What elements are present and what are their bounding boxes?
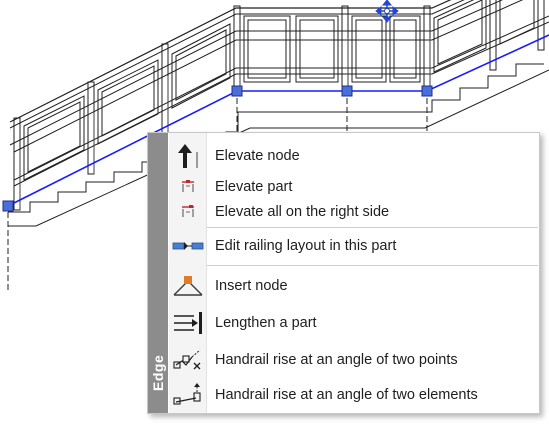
menu-item-label: Edit railing layout in this part: [215, 238, 397, 254]
menu-item-label: Elevate node: [215, 148, 300, 164]
menu-item-label: Handrail rise at an angle of two element…: [215, 387, 478, 403]
glass-panels-upper: [433, 0, 535, 73]
menu-item-elevate-node[interactable]: Elevate node: [169, 139, 539, 173]
menu-item-label: Elevate part: [215, 179, 293, 195]
menu-item-label: Elevate all on the right side: [215, 204, 390, 220]
node-handle: [341, 85, 353, 97]
elevate-node-icon: [169, 142, 206, 170]
menu-category-label: Edge: [150, 354, 166, 391]
menu-separator: [207, 227, 538, 228]
menu-item-handrail-two-elements[interactable]: Handrail rise at an angle of two element…: [169, 380, 539, 410]
menu-item-insert-node[interactable]: Insert node: [169, 269, 539, 303]
lengthen-part-icon: [169, 310, 206, 336]
elevate-part-icon: [169, 178, 206, 196]
menu-item-label: Lengthen a part: [215, 315, 317, 331]
menu-item-label: Handrail rise at an angle of two points: [215, 352, 458, 368]
menu-item-edit-railing-layout[interactable]: Edit railing layout in this part: [169, 231, 539, 261]
insert-node-icon: [169, 273, 206, 299]
menu-separator: [207, 265, 538, 266]
handrail-top-inner: [9, 0, 465, 129]
node-handle: [231, 85, 243, 97]
handrail-two-points-icon: [169, 347, 206, 373]
node-handle: [421, 85, 433, 97]
elevate-all-right-icon: [169, 203, 206, 221]
handrail-two-elements-icon: [169, 382, 206, 408]
glass-panels-flat: [243, 15, 421, 83]
context-menu[interactable]: Edge Elevate node Elevate part Elevate a…: [147, 132, 540, 414]
move-gizmo-icon: [375, 0, 399, 23]
menu-item-handrail-two-points[interactable]: Handrail rise at an angle of two points: [169, 343, 539, 377]
menu-item-elevate-part[interactable]: Elevate part: [169, 176, 539, 198]
menu-category-strip: Edge: [148, 133, 168, 413]
edit-railing-layout-icon: [169, 239, 206, 253]
menu-item-elevate-all-right[interactable]: Elevate all on the right side: [169, 201, 539, 223]
menu-item-lengthen-part[interactable]: Lengthen a part: [169, 306, 539, 340]
node-handle: [2, 200, 14, 212]
menu-item-label: Insert node: [215, 278, 288, 294]
cad-viewport[interactable]: Edge Elevate node Elevate part Elevate a…: [0, 0, 549, 424]
